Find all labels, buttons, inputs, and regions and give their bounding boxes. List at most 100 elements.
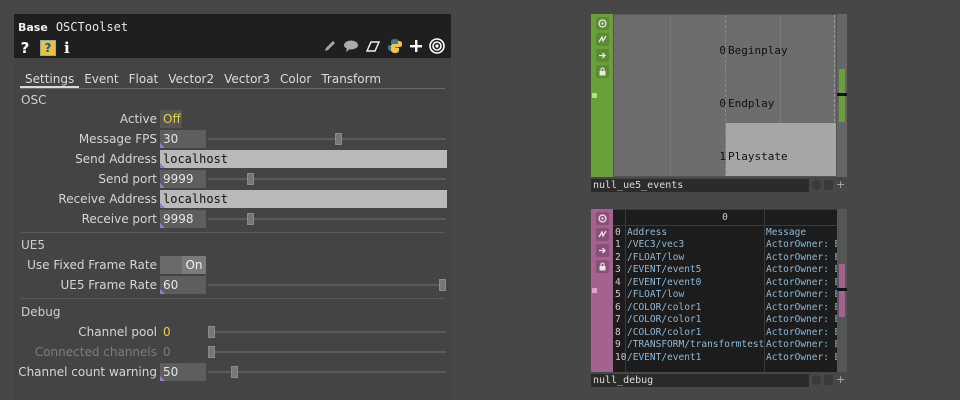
receive-address-field[interactable]: localhost — [160, 190, 447, 208]
slider-handle[interactable] — [208, 326, 215, 338]
address-cell: /FLOAT/low — [627, 289, 685, 300]
toggle-state: On — [182, 256, 206, 274]
expand-icon[interactable]: + — [836, 178, 845, 191]
event-name: Endplay — [728, 97, 775, 110]
channel-pool-slider[interactable] — [208, 326, 446, 338]
parameter-panel: Base OSCToolset ? ? i Settings Event Flo… — [14, 14, 451, 400]
lock-icon[interactable] — [596, 260, 609, 273]
node-flag-icon[interactable] — [812, 375, 821, 385]
event-name: Playstate — [728, 150, 788, 163]
ue5-frame-rate-slider[interactable] — [208, 279, 446, 291]
debug-dat-node[interactable]: 0 0 Address Message 1/VEC3/vec3 ActorOwne… — [591, 209, 847, 387]
slider-handle[interactable] — [231, 366, 238, 378]
info-icon[interactable]: i — [64, 39, 70, 57]
output-connector[interactable] — [839, 96, 845, 122]
address-cell: /COLOR/color1 — [627, 326, 702, 338]
param-label: Connected channels — [34, 345, 157, 359]
help-icon[interactable]: ? — [18, 39, 32, 57]
events-dat-node[interactable]: 0 Beginplay 0 Endplay 1 Playstate null_u… — [591, 14, 847, 192]
message-cell: ActorOwner: B — [766, 339, 837, 350]
tab-transform[interactable]: Transform — [316, 70, 386, 88]
channel-count-warning-field[interactable]: 50 — [160, 363, 206, 381]
tab-color[interactable]: Color — [275, 70, 316, 88]
output-connector[interactable] — [839, 291, 845, 317]
message-fps-field[interactable]: 30 — [160, 130, 206, 148]
channel-count-warning-slider[interactable] — [208, 366, 446, 378]
tab-vector2[interactable]: Vector2 — [163, 70, 219, 88]
message-cell: ActorOwner: B — [766, 314, 837, 325]
node-flag-icon[interactable] — [824, 180, 833, 190]
tab-settings[interactable]: Settings — [20, 70, 80, 88]
output-connector[interactable] — [839, 264, 845, 290]
display-icon[interactable] — [596, 49, 609, 62]
node-flag-icon[interactable] — [812, 180, 821, 190]
tab-float[interactable]: Float — [124, 70, 164, 88]
viewer-icon[interactable] — [596, 212, 609, 225]
viewer-icon[interactable] — [596, 17, 609, 30]
table-header-row: 0 Address Message — [613, 227, 837, 239]
node-side-bar — [591, 14, 613, 177]
param-label: Channel count warning — [18, 365, 157, 379]
message-cell: ActorOwner: B — [766, 326, 837, 338]
slider-handle[interactable] — [247, 173, 254, 185]
table-row: 2/FLOAT/low ActorOwner: B — [613, 252, 837, 264]
address-cell: /EVENT/event0 — [627, 276, 702, 288]
slider-handle — [208, 346, 215, 358]
table-row: 6/COLOR/color1 ActorOwner: B — [613, 302, 837, 314]
section-ue5-title: UE5 — [21, 238, 45, 252]
receive-port-slider[interactable] — [208, 213, 446, 225]
python-icon[interactable] — [387, 38, 403, 54]
slider-handle[interactable] — [335, 133, 342, 145]
comment-icon[interactable] — [343, 39, 359, 53]
bypass-icon[interactable] — [596, 228, 609, 241]
input-connector[interactable] — [592, 93, 597, 98]
table-row: 10/EVENT/event1 ActorOwner: B — [613, 352, 837, 364]
event-value: 0 — [719, 97, 726, 110]
slider-handle[interactable] — [247, 213, 254, 225]
field-corner-marker — [160, 183, 165, 188]
send-port-field[interactable]: 9999 — [160, 170, 206, 188]
section-divider — [21, 232, 445, 233]
message-header: Message — [766, 227, 807, 238]
operator-name[interactable]: OSCToolset — [56, 20, 128, 34]
send-address-field[interactable]: localhost — [160, 150, 447, 168]
receive-port-field[interactable]: 9998 — [160, 210, 206, 228]
target-icon[interactable] — [429, 38, 445, 54]
bypass-icon[interactable] — [596, 33, 609, 46]
row-index: 8 — [615, 326, 621, 338]
operator-type: Base — [18, 20, 48, 34]
display-icon[interactable] — [596, 244, 609, 257]
field-corner-marker — [160, 223, 165, 228]
param-active: Active Off — [14, 110, 451, 128]
tab-event[interactable]: Event — [79, 70, 123, 88]
send-port-slider[interactable] — [208, 173, 446, 185]
events-node-name[interactable]: null_ue5_events — [591, 179, 809, 192]
slider-handle[interactable] — [439, 279, 446, 291]
event-row: 0 Beginplay — [614, 44, 836, 62]
channel-pool-field[interactable]: 0 — [160, 323, 206, 341]
tab-vector3[interactable]: Vector3 — [219, 70, 275, 88]
address-cell: /COLOR/color1 — [627, 301, 702, 313]
event-value: 1 — [719, 150, 726, 163]
debug-node-name[interactable]: null_debug — [591, 374, 809, 387]
lock-icon[interactable] — [596, 65, 609, 78]
node-flag-icon[interactable] — [824, 375, 833, 385]
param-ue5-frame-rate: UE5 Frame Rate 60 — [14, 276, 451, 294]
python-help-icon[interactable]: ? — [40, 40, 56, 56]
ue5-frame-rate-field[interactable]: 60 — [160, 276, 206, 294]
address-cell: /VEC3/vec3 — [627, 239, 685, 250]
message-cell: ActorOwner: B — [766, 276, 837, 288]
fixed-frame-rate-toggle[interactable]: On — [160, 256, 206, 274]
pencil-icon[interactable] — [323, 39, 337, 53]
event-name: Beginplay — [728, 44, 788, 57]
message-fps-slider[interactable] — [208, 133, 446, 145]
row-index: 0 — [615, 227, 621, 238]
node-right-bar — [837, 14, 847, 177]
active-toggle[interactable]: Off — [160, 110, 182, 128]
clone-icon[interactable] — [365, 39, 381, 53]
input-connector[interactable] — [592, 288, 597, 293]
add-icon[interactable] — [409, 39, 423, 53]
output-connector[interactable] — [839, 69, 845, 95]
expand-icon[interactable]: + — [836, 373, 845, 386]
address-cell: /TRANSFORM/transformtest — [627, 339, 765, 350]
